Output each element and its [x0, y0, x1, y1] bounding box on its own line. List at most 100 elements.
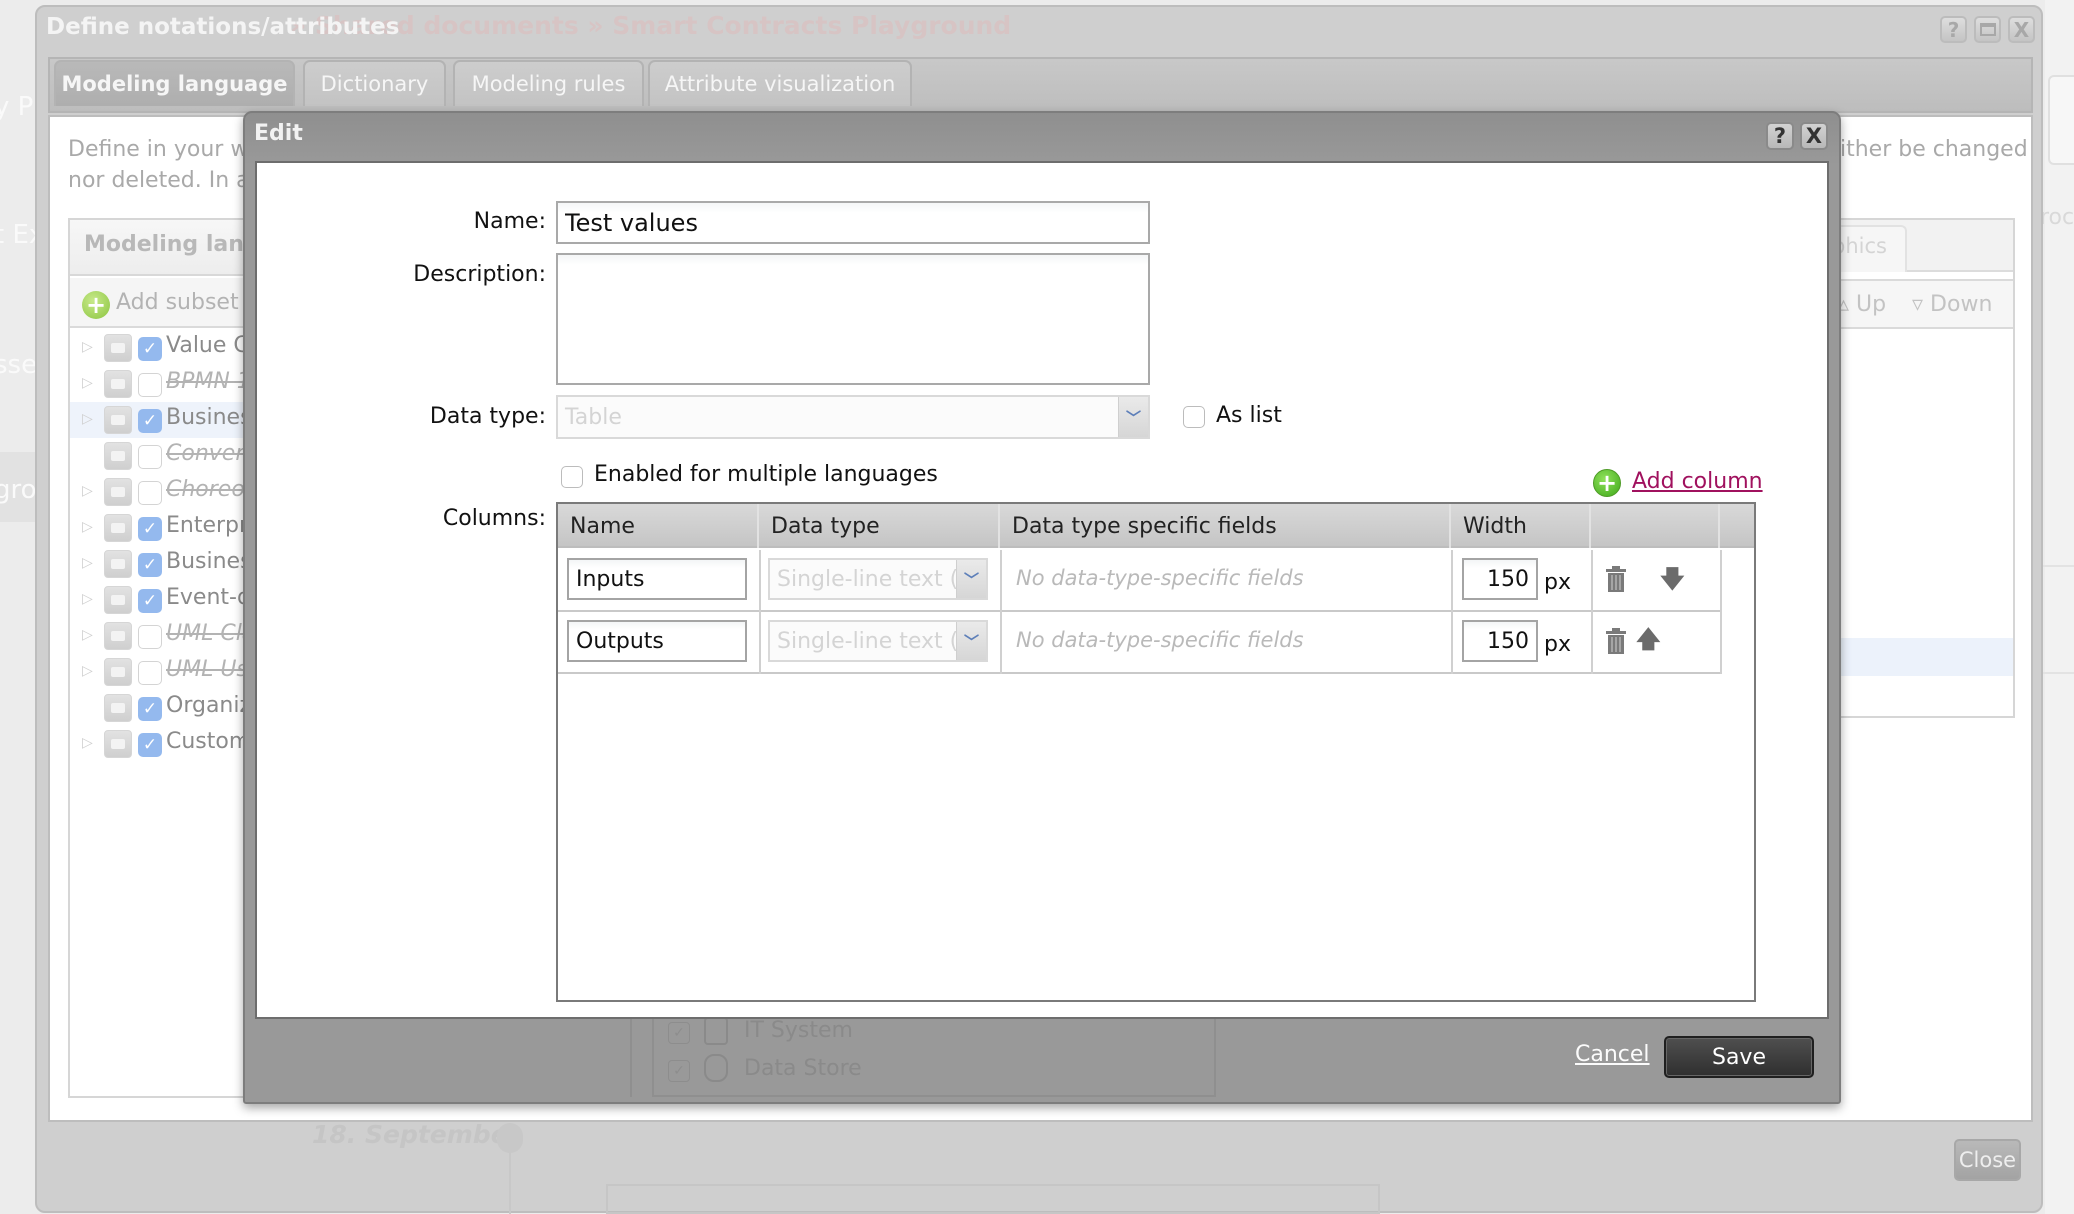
column-data-type-value: Single-line text (a	[777, 628, 956, 654]
stencil-selected-row[interactable]	[1832, 638, 2013, 676]
tab-dictionary[interactable]: Dictionary	[303, 60, 446, 106]
tree-item-checkbox[interactable]	[138, 625, 162, 649]
notation-icon	[104, 442, 132, 470]
name-input[interactable]	[556, 201, 1150, 244]
row-divider	[558, 672, 1720, 674]
specific-fields-note: No data-type-specific fields	[1016, 566, 1304, 590]
tree-item-checkbox[interactable]	[138, 661, 162, 685]
background-timeline-line	[509, 1150, 511, 1214]
expand-arrow-icon[interactable]: ▷	[82, 627, 93, 643]
expand-arrow-icon[interactable]: ▷	[82, 411, 93, 427]
tab-modeling-rules[interactable]: Modeling rules	[453, 60, 644, 106]
trash-icon[interactable]	[1606, 628, 1626, 654]
tree-item-checkbox[interactable]	[138, 445, 162, 469]
data-type-value: Table	[565, 404, 622, 430]
trash-icon[interactable]	[1606, 566, 1626, 592]
data-store-icon	[704, 1054, 728, 1082]
tree-item-checkbox[interactable]	[138, 481, 162, 505]
tree-item-checkbox[interactable]: ✓	[138, 517, 162, 541]
close-window-button[interactable]: X	[2008, 16, 2035, 43]
column-header-specific-fields: Data type specific fields	[1002, 504, 1451, 548]
close-button[interactable]: Close	[1954, 1139, 2021, 1181]
help-icon: ?	[1947, 17, 1960, 42]
as-list-checkbox[interactable]	[1183, 406, 1205, 428]
tab-modeling-language[interactable]: Modeling language	[54, 60, 295, 106]
help-icon: ?	[1773, 124, 1787, 148]
tree-item-checkbox[interactable]: ✓	[138, 409, 162, 433]
background-date-label: 18. September	[312, 1120, 520, 1149]
chevron-down-icon[interactable]: ﹀	[956, 622, 986, 660]
maximize-icon	[1979, 23, 1996, 36]
as-list-label: As list	[1216, 403, 1282, 428]
column-data-type-value: Single-line text (a	[777, 566, 956, 592]
move-down-button[interactable]: ▿ Down	[1912, 292, 1992, 317]
data-type-select[interactable]: Table ﹀	[556, 395, 1150, 439]
tree-item-label: UML Cla	[166, 621, 256, 646]
column-data-type-select[interactable]: Single-line text (a ﹀	[768, 620, 988, 662]
triangle-down-icon: ▿	[1912, 292, 1931, 317]
expand-arrow-icon[interactable]: ▷	[82, 339, 93, 355]
intro-text: Define in your wo	[68, 137, 262, 162]
expand-arrow-icon[interactable]: ▷	[82, 375, 93, 391]
tree-item-checkbox[interactable]: ✓	[138, 733, 162, 757]
help-button[interactable]: ?	[1940, 16, 1967, 43]
background-divider	[2040, 672, 2074, 674]
add-icon[interactable]: +	[82, 291, 110, 319]
tree-item-checkbox[interactable]: ✓	[138, 697, 162, 721]
column-divider	[1720, 550, 1722, 612]
column-header-width: Width	[1453, 504, 1591, 548]
tree-item-checkbox[interactable]: ✓	[138, 337, 162, 361]
description-textarea[interactable]	[556, 253, 1150, 385]
expand-arrow-icon[interactable]: ▷	[82, 663, 93, 679]
column-width-input[interactable]	[1462, 620, 1538, 662]
add-column-link[interactable]: Add column	[1632, 469, 1763, 494]
tree-item-checkbox[interactable]: ✓	[138, 589, 162, 613]
move-down-icon[interactable]: 🡇	[1660, 562, 1685, 603]
notation-icon	[104, 334, 132, 362]
tree-item-checkbox[interactable]: ✓	[138, 553, 162, 577]
expand-arrow-icon[interactable]: ▷	[82, 519, 93, 535]
column-divider	[1720, 612, 1722, 674]
column-name-input[interactable]	[567, 620, 747, 662]
tab-label: Modeling rules	[471, 72, 626, 96]
columns-label: Columns:	[442, 506, 546, 531]
column-data-type-select[interactable]: Single-line text (a ﹀	[768, 558, 988, 600]
column-header-actions	[1593, 504, 1720, 548]
it-system-icon	[704, 1017, 728, 1045]
column-divider	[1451, 550, 1453, 612]
add-subset-button[interactable]: Add subset	[116, 290, 239, 315]
intro-text: nor deleted. In ad	[68, 168, 264, 193]
tab-label: Modeling language	[61, 72, 288, 96]
column-divider	[759, 612, 761, 674]
column-width-input[interactable]	[1462, 558, 1538, 600]
cancel-button[interactable]: Cancel	[1575, 1042, 1650, 1067]
notation-icon	[104, 514, 132, 542]
expand-arrow-icon[interactable]: ▷	[82, 735, 93, 751]
column-name-input[interactable]	[567, 558, 747, 600]
chevron-down-icon[interactable]: ﹀	[1118, 397, 1148, 437]
background-item: IT System	[744, 1018, 853, 1043]
row-divider	[558, 610, 1720, 612]
tab-label: Dictionary	[320, 72, 429, 96]
background-right-text: roce	[2040, 205, 2074, 230]
tab-attribute-visualization[interactable]: Attribute visualization	[648, 60, 912, 106]
chevron-down-icon[interactable]: ﹀	[956, 560, 986, 598]
maximize-button[interactable]	[1974, 16, 2001, 43]
add-icon[interactable]: +	[1593, 469, 1621, 497]
notation-icon	[104, 550, 132, 578]
tree-item-checkbox[interactable]	[138, 373, 162, 397]
save-button[interactable]: Save	[1664, 1036, 1814, 1078]
edit-help-button[interactable]: ?	[1766, 122, 1794, 150]
move-up-button[interactable]: ▵ Up	[1838, 292, 1886, 317]
expand-arrow-icon[interactable]: ▷	[82, 591, 93, 607]
notation-icon	[104, 370, 132, 398]
expand-arrow-icon[interactable]: ▷	[82, 483, 93, 499]
column-divider	[1591, 550, 1593, 612]
expand-arrow-icon[interactable]: ▷	[82, 555, 93, 571]
column-divider	[1000, 612, 1002, 674]
background-checkbox: ✓	[668, 1022, 690, 1044]
move-up-icon[interactable]: 🡅	[1636, 622, 1661, 663]
edit-close-button[interactable]: X	[1800, 122, 1828, 150]
specific-fields-note: No data-type-specific fields	[1016, 628, 1304, 652]
multilang-checkbox[interactable]	[561, 466, 583, 488]
